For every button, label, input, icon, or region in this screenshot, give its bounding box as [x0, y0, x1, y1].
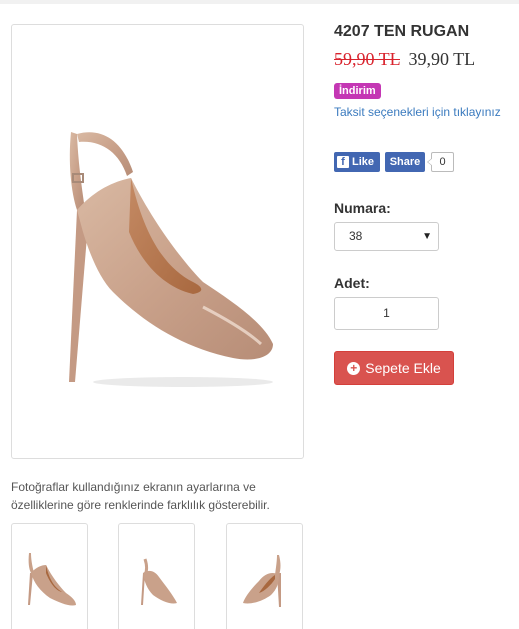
- top-bar: [0, 0, 519, 4]
- facebook-f-icon: f: [337, 156, 349, 168]
- thumbnail-1[interactable]: [11, 523, 88, 629]
- shoe-thumb-side-icon: [27, 553, 76, 606]
- quantity-label: Adet:: [334, 275, 370, 291]
- thumbnail-2[interactable]: [118, 523, 195, 629]
- caret-down-icon: ▼: [422, 231, 432, 242]
- shoe-thumb-front-icon: [140, 558, 177, 605]
- old-price: 59,90 TL: [334, 49, 400, 69]
- installment-link[interactable]: Taksit seçenekleri için tıklayınız: [334, 105, 501, 119]
- thumbnail-3[interactable]: [226, 523, 303, 629]
- size-label: Numara:: [334, 200, 391, 216]
- main-product-image[interactable]: [11, 24, 304, 459]
- add-to-cart-label: Sepete Ekle: [365, 360, 441, 376]
- size-value: 38: [349, 229, 363, 243]
- color-disclaimer: Fotoğraflar kullandığınız ekranın ayarla…: [11, 480, 270, 512]
- quantity-input[interactable]: 1: [334, 297, 439, 330]
- share-count: 0: [427, 152, 454, 172]
- shoe-thumb-back-icon: [242, 555, 281, 607]
- add-to-cart-button[interactable]: + Sepete Ekle: [334, 351, 454, 385]
- facebook-share-button[interactable]: Share: [385, 152, 425, 172]
- like-label: Like: [352, 156, 375, 168]
- plus-circle-icon: +: [347, 361, 361, 375]
- new-price: 39,90 TL: [408, 49, 476, 69]
- shoe-illustration: [68, 131, 273, 387]
- price-block: 59,90 TL 39,90 TL: [334, 49, 475, 70]
- facebook-like-button[interactable]: f Like: [334, 152, 380, 172]
- discount-badge: İndirim: [334, 83, 381, 99]
- product-title: 4207 TEN RUGAN: [334, 23, 470, 40]
- size-select[interactable]: 38 ▼: [334, 222, 439, 251]
